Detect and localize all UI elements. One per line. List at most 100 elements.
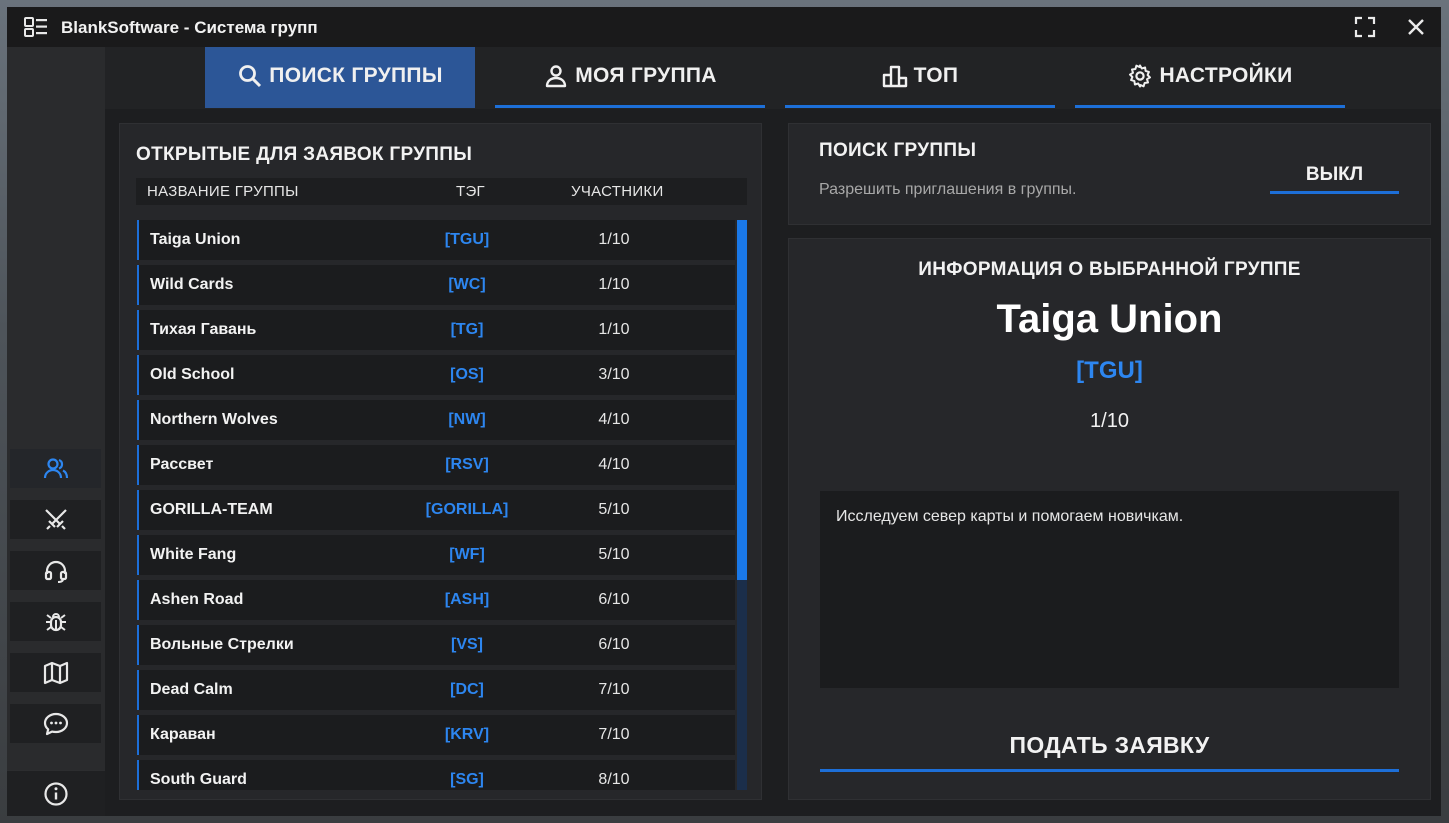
tab-label: МОЯ ГРУППА (575, 64, 717, 87)
crossed-swords-icon (44, 508, 67, 530)
table-header: НАЗВАНИЕ ГРУППЫ ТЭГ УЧАСТНИКИ (136, 178, 747, 205)
table-row[interactable]: Old School [OS] 3/10 (137, 355, 735, 395)
column-header-tag: ТЭГ (456, 183, 485, 200)
table-row[interactable]: Рассвет [RSV] 4/10 (137, 445, 735, 485)
table-row[interactable]: Taiga Union [TGU] 1/10 (137, 220, 735, 260)
group-name: Dead Calm (150, 681, 233, 698)
user-icon (546, 65, 567, 88)
group-tag: [WC] (448, 276, 486, 293)
group-table[interactable]: Taiga Union [TGU] 1/10 Wild Cards [WC] 1… (137, 220, 735, 790)
sidebar-info-button[interactable] (7, 770, 105, 816)
selected-group-description: Исследуем север карты и помогаем новичка… (820, 491, 1399, 688)
group-members: 7/10 (598, 726, 630, 743)
column-header-members: УЧАСТНИКИ (571, 183, 664, 200)
group-tag: [OS] (450, 366, 484, 383)
group-members: 6/10 (598, 591, 630, 608)
group-members: 7/10 (598, 681, 630, 698)
info-icon (44, 781, 68, 806)
tab-bar: ПОИСК ГРУППЫ МОЯ ГРУППА ТОП НАСТРОЙКИ (105, 47, 1441, 109)
fullscreen-icon[interactable] (1354, 16, 1376, 38)
gear-icon (1129, 64, 1152, 88)
group-name: GORILLA-TEAM (150, 501, 273, 518)
bug-icon (45, 612, 66, 631)
tab-label: ПОИСК ГРУППЫ (269, 64, 443, 87)
group-name: Караван (150, 726, 216, 743)
sidebar-item-chat[interactable] (10, 704, 101, 743)
app-window: BlankSoftware - Система групп ПОИСК ГРУП… (7, 7, 1441, 816)
table-row[interactable]: Тихая Гавань [TG] 1/10 (137, 310, 735, 350)
group-tag: [TG] (450, 321, 484, 338)
search-settings-description: Разрешить приглашения в группы. (819, 181, 1077, 198)
sidebar-item-battles[interactable] (10, 500, 101, 539)
tab-settings[interactable]: НАСТРОЙКИ (1075, 47, 1345, 108)
group-name: South Guard (150, 771, 247, 788)
sidebar-item-support[interactable] (10, 551, 101, 590)
chat-icon (43, 712, 68, 735)
group-name: Ashen Road (150, 591, 244, 608)
group-members: 8/10 (598, 771, 630, 788)
tab-label: ТОП (913, 64, 959, 87)
group-name: Тихая Гавань (150, 321, 257, 338)
group-tag: [NW] (448, 411, 486, 428)
tab-my-group[interactable]: МОЯ ГРУППА (495, 47, 765, 108)
search-settings-title: ПОИСК ГРУППЫ (819, 140, 977, 161)
table-row[interactable]: Караван [KRV] 7/10 (137, 715, 735, 755)
group-name: Old School (150, 366, 235, 383)
table-row[interactable]: Dead Calm [DC] 7/10 (137, 670, 735, 710)
tab-top[interactable]: ТОП (785, 47, 1055, 108)
group-tag: [GORILLA] (425, 501, 509, 518)
tab-group-search[interactable]: ПОИСК ГРУППЫ (205, 47, 475, 108)
map-icon (43, 661, 68, 684)
group-name: Northern Wolves (150, 411, 278, 428)
table-row[interactable]: South Guard [SG] 8/10 (137, 760, 735, 790)
group-tag: [ASH] (444, 591, 490, 608)
group-tag: [RSV] (445, 456, 489, 473)
group-name: Wild Cards (150, 276, 234, 293)
group-tag: [KRV] (444, 726, 490, 743)
sidebar (7, 47, 105, 816)
users-icon (43, 457, 68, 478)
group-members: 6/10 (598, 636, 630, 653)
open-groups-panel: ОТКРЫТЫЕ ДЛЯ ЗАЯВОК ГРУППЫ НАЗВАНИЕ ГРУП… (119, 123, 762, 800)
selected-group-heading: ИНФОРМАЦИЯ О ВЫБРАННОЙ ГРУППЕ (918, 259, 1301, 280)
app-menu-icon[interactable] (24, 17, 48, 37)
table-row[interactable]: Northern Wolves [NW] 4/10 (137, 400, 735, 440)
group-members: 5/10 (598, 501, 630, 518)
sidebar-item-bug-report[interactable] (10, 602, 101, 641)
group-members: 1/10 (598, 321, 630, 338)
apply-button[interactable]: ПОДАТЬ ЗАЯВКУ (820, 727, 1399, 772)
group-members: 4/10 (598, 456, 630, 473)
selected-group-members: 1/10 (1090, 410, 1129, 432)
sidebar-item-groups[interactable] (10, 449, 101, 488)
group-name: Taiga Union (150, 231, 241, 248)
group-members: 1/10 (598, 276, 630, 293)
podium-icon (882, 65, 907, 88)
group-tag: [VS] (451, 636, 483, 653)
group-tag: [SG] (450, 771, 484, 788)
column-header-name: НАЗВАНИЕ ГРУППЫ (147, 183, 299, 200)
group-members: 5/10 (598, 546, 630, 563)
sidebar-item-map[interactable] (10, 653, 101, 692)
table-row[interactable]: Wild Cards [WC] 1/10 (137, 265, 735, 305)
group-members: 3/10 (598, 366, 630, 383)
group-name: Рассвет (150, 456, 214, 473)
scrollbar-thumb[interactable] (737, 220, 747, 580)
group-tag: [TGU] (444, 231, 490, 248)
title-bar: BlankSoftware - Система групп (7, 7, 1441, 47)
selected-group-tag: [TGU] (1076, 357, 1143, 384)
table-row[interactable]: White Fang [WF] 5/10 (137, 535, 735, 575)
group-members: 1/10 (598, 231, 630, 248)
table-row[interactable]: Вольные Стрелки [VS] 6/10 (137, 625, 735, 665)
group-tag: [DC] (450, 681, 484, 698)
selected-group-name: Taiga Union (996, 297, 1223, 341)
group-search-settings-panel: ПОИСК ГРУППЫ Разрешить приглашения в гру… (788, 123, 1431, 225)
invites-toggle-button[interactable]: ВЫКЛ (1270, 160, 1399, 194)
group-name: Вольные Стрелки (150, 636, 294, 653)
table-row[interactable]: GORILLA-TEAM [GORILLA] 5/10 (137, 490, 735, 530)
close-icon[interactable] (1405, 16, 1427, 38)
table-row[interactable]: Ashen Road [ASH] 6/10 (137, 580, 735, 620)
headset-icon (44, 560, 67, 583)
open-groups-title: ОТКРЫТЫЕ ДЛЯ ЗАЯВОК ГРУППЫ (136, 144, 473, 165)
group-tag: [WF] (449, 546, 485, 563)
group-members: 4/10 (598, 411, 630, 428)
